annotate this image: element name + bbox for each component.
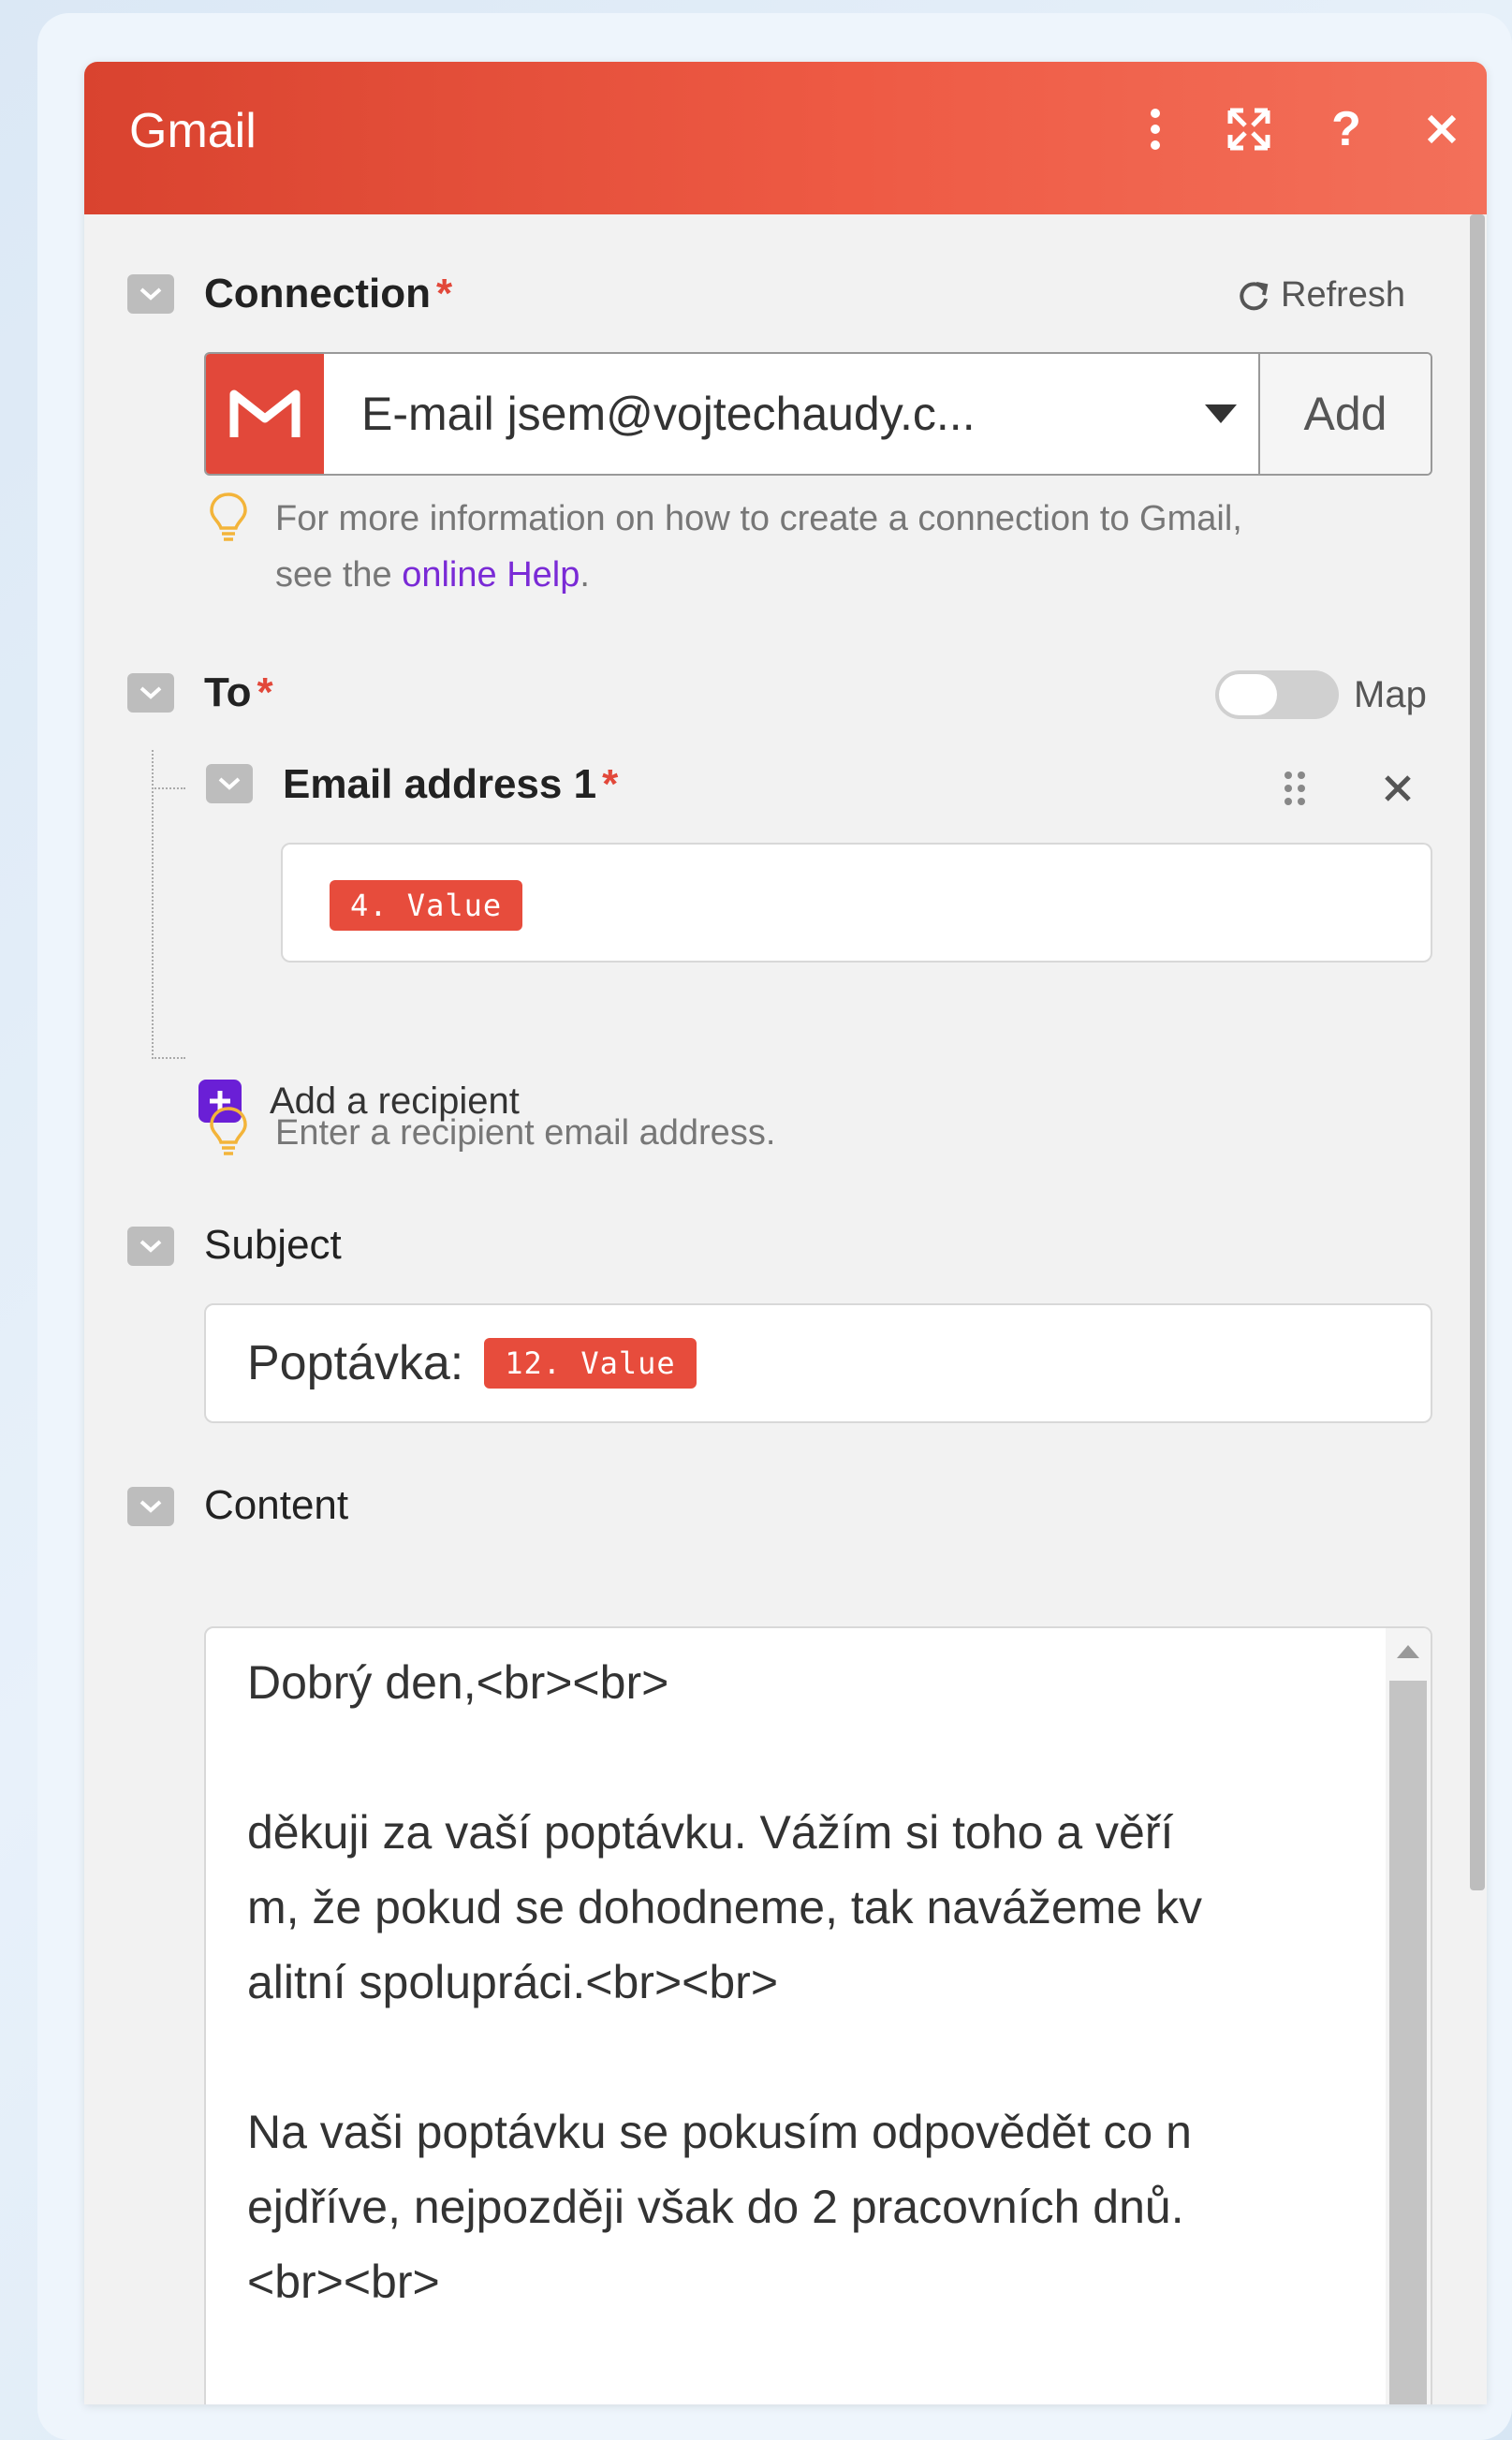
more-vertical-icon[interactable] <box>1125 99 1185 159</box>
online-help-link[interactable]: online Help <box>402 555 580 595</box>
connection-hint-suffix: . <box>580 555 590 595</box>
connection-select[interactable]: E-mail jsem@vojtechaudy.c... Add <box>204 352 1432 476</box>
connection-hint-line-1: For more information on how to create a … <box>275 499 1242 538</box>
to-label-text: To <box>204 669 252 715</box>
content-line: Vzkaz z webu:<br><br> <box>247 2394 1324 2404</box>
content-scrollbar[interactable] <box>1386 1628 1431 2404</box>
map-label: Map <box>1354 674 1427 715</box>
close-icon[interactable] <box>1412 99 1472 159</box>
content-line: alitní spolupráci.<br><br> <box>247 1956 779 2008</box>
lightbulb-icon <box>210 1107 247 1155</box>
remove-email-address-icon[interactable] <box>1382 768 1414 813</box>
refresh-button[interactable]: Refresh <box>1236 275 1405 316</box>
content-collapse-toggle[interactable] <box>127 1487 174 1526</box>
connection-label-text: Connection <box>204 271 431 316</box>
required-mark: * <box>435 271 453 316</box>
tree-connector-branch <box>152 1057 185 1059</box>
subject-prefix-text: Poptávka: <box>247 1336 464 1390</box>
content-line: <br><br> <box>247 2256 440 2308</box>
email-address-input[interactable]: 4. Value <box>281 843 1432 963</box>
required-mark: * <box>602 761 619 807</box>
scroll-up-icon[interactable] <box>1397 1645 1419 1658</box>
add-connection-button[interactable]: Add <box>1258 354 1431 474</box>
expand-icon[interactable] <box>1219 99 1279 159</box>
help-icon[interactable]: ? <box>1316 99 1376 159</box>
content-line: ejdříve, nejpozději však do 2 pracovních… <box>247 2181 1184 2233</box>
content-text: Dobrý den,<br><br> děkuji za vaší poptáv… <box>247 1645 1324 2404</box>
connection-hint: For more information on how to create a … <box>275 491 1242 603</box>
content-line: m, že pokud se dohodneme, tak navážeme k… <box>247 1881 1203 1933</box>
connection-hint-line-2: see the online Help. <box>275 547 1242 603</box>
content-textarea[interactable]: Dobrý den,<br><br> děkuji za vaší poptáv… <box>204 1626 1432 2404</box>
content-line <box>247 1720 1324 1795</box>
content-line <box>247 2319 1324 2394</box>
recipient-hint: Enter a recipient email address. <box>275 1113 776 1153</box>
map-toggle-knob <box>1219 674 1277 715</box>
connection-label: Connection * <box>204 273 452 315</box>
connection-selected-value[interactable]: E-mail jsem@vojtechaudy.c... <box>324 354 1183 474</box>
drag-handle-icon[interactable] <box>1281 770 1309 807</box>
content-line <box>247 2020 1324 2095</box>
content-line: Dobrý den,<br><br> <box>247 1656 669 1709</box>
connection-collapse-toggle[interactable] <box>127 274 174 314</box>
email-address-collapse-toggle[interactable] <box>206 764 253 803</box>
subject-input[interactable]: Poptávka: 12. Value <box>204 1303 1432 1423</box>
chevron-down-icon[interactable] <box>1183 354 1258 474</box>
content-scroll-thumb[interactable] <box>1389 1681 1427 2404</box>
required-mark: * <box>257 669 273 715</box>
subject-collapse-toggle[interactable] <box>127 1227 174 1266</box>
panel-title: Gmail <box>129 104 257 158</box>
map-toggle[interactable] <box>1215 670 1339 719</box>
email-address-label: Email address 1 * <box>283 764 618 805</box>
refresh-icon <box>1240 281 1269 310</box>
content-line: děkuji za vaší poptávku. Vážím si toho a… <box>247 1806 1174 1859</box>
email-address-label-text: Email address 1 <box>283 761 597 807</box>
subject-label: Subject <box>204 1222 342 1268</box>
mapped-value-pill[interactable]: 4. Value <box>330 880 523 931</box>
mapped-value-pill[interactable]: 12. Value <box>484 1338 697 1389</box>
to-collapse-toggle[interactable] <box>127 673 174 713</box>
to-label: To * <box>204 672 273 713</box>
lightbulb-icon <box>210 492 247 541</box>
refresh-label: Refresh <box>1281 275 1406 315</box>
tree-connector <box>152 750 154 1059</box>
content-label: Content <box>204 1482 349 1528</box>
content-line: Na vaši poptávku se pokusím odpovědět co… <box>247 2106 1192 2158</box>
gmail-logo-icon <box>206 354 324 474</box>
panel-header: Gmail ? <box>84 62 1487 214</box>
panel-scrollbar[interactable] <box>1470 214 1485 1890</box>
gmail-module-panel: Gmail ? Connection * Refresh E-mail jsem… <box>84 62 1487 2404</box>
tree-connector-branch <box>152 787 185 789</box>
connection-hint-prefix: see the <box>275 555 403 595</box>
